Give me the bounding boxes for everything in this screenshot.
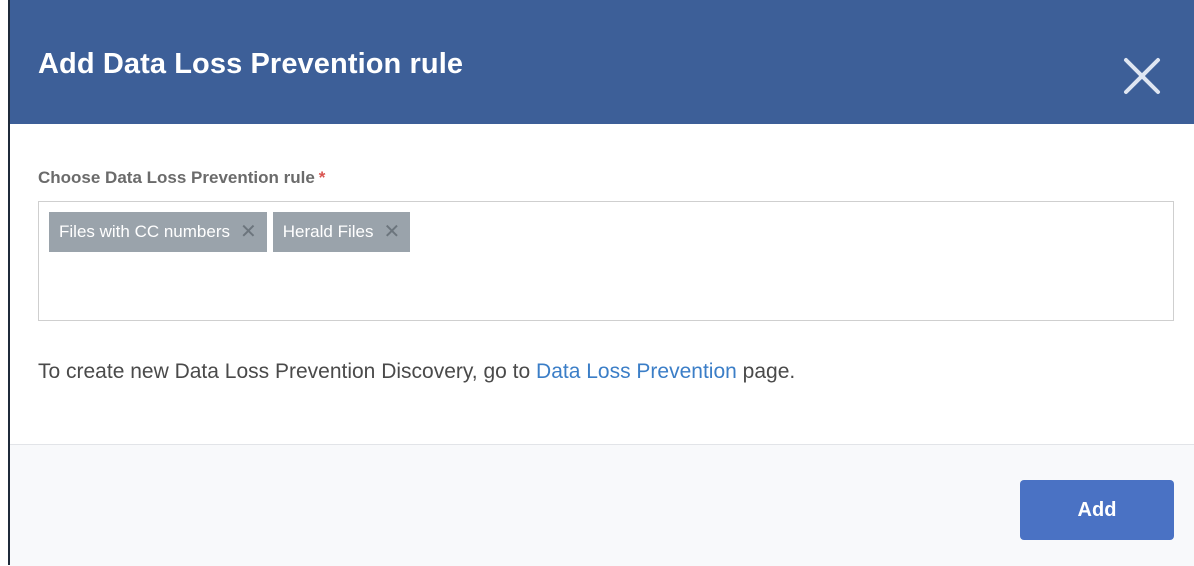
required-marker: * (318, 168, 326, 187)
rule-field-label-text: Choose Data Loss Prevention rule (38, 168, 315, 187)
close-button[interactable] (1120, 54, 1164, 98)
tag-label: Herald Files (282, 222, 374, 241)
dialog-footer (10, 444, 1194, 566)
rule-multiselect-input[interactable]: Files with CC numbers ✕ Herald Files ✕ (38, 201, 1174, 321)
help-text: To create new Data Loss Prevention Disco… (38, 360, 795, 384)
help-text-suffix: page. (736, 360, 796, 383)
tag-remove-icon[interactable]: ✕ (383, 222, 400, 242)
dialog-header: Add Data Loss Prevention rule (10, 0, 1194, 124)
add-dlp-rule-dialog: Add Data Loss Prevention rule Choose Dat… (8, 0, 1194, 566)
tag-label: Files with CC numbers (59, 222, 230, 241)
tag-herald-files: Herald Files ✕ (272, 212, 411, 252)
rule-field-label: Choose Data Loss Prevention rule * (38, 168, 325, 188)
dlp-page-link[interactable]: Data Loss Prevention (536, 360, 737, 383)
selected-tags: Files with CC numbers ✕ Herald Files ✕ (49, 212, 411, 252)
add-button[interactable]: Add (1020, 480, 1174, 540)
tag-remove-icon[interactable]: ✕ (240, 222, 257, 242)
tag-files-with-cc-numbers: Files with CC numbers ✕ (49, 212, 267, 252)
close-icon (1124, 58, 1160, 94)
dialog-title: Add Data Loss Prevention rule (38, 48, 464, 80)
help-text-prefix: To create new Data Loss Prevention Disco… (38, 360, 537, 383)
